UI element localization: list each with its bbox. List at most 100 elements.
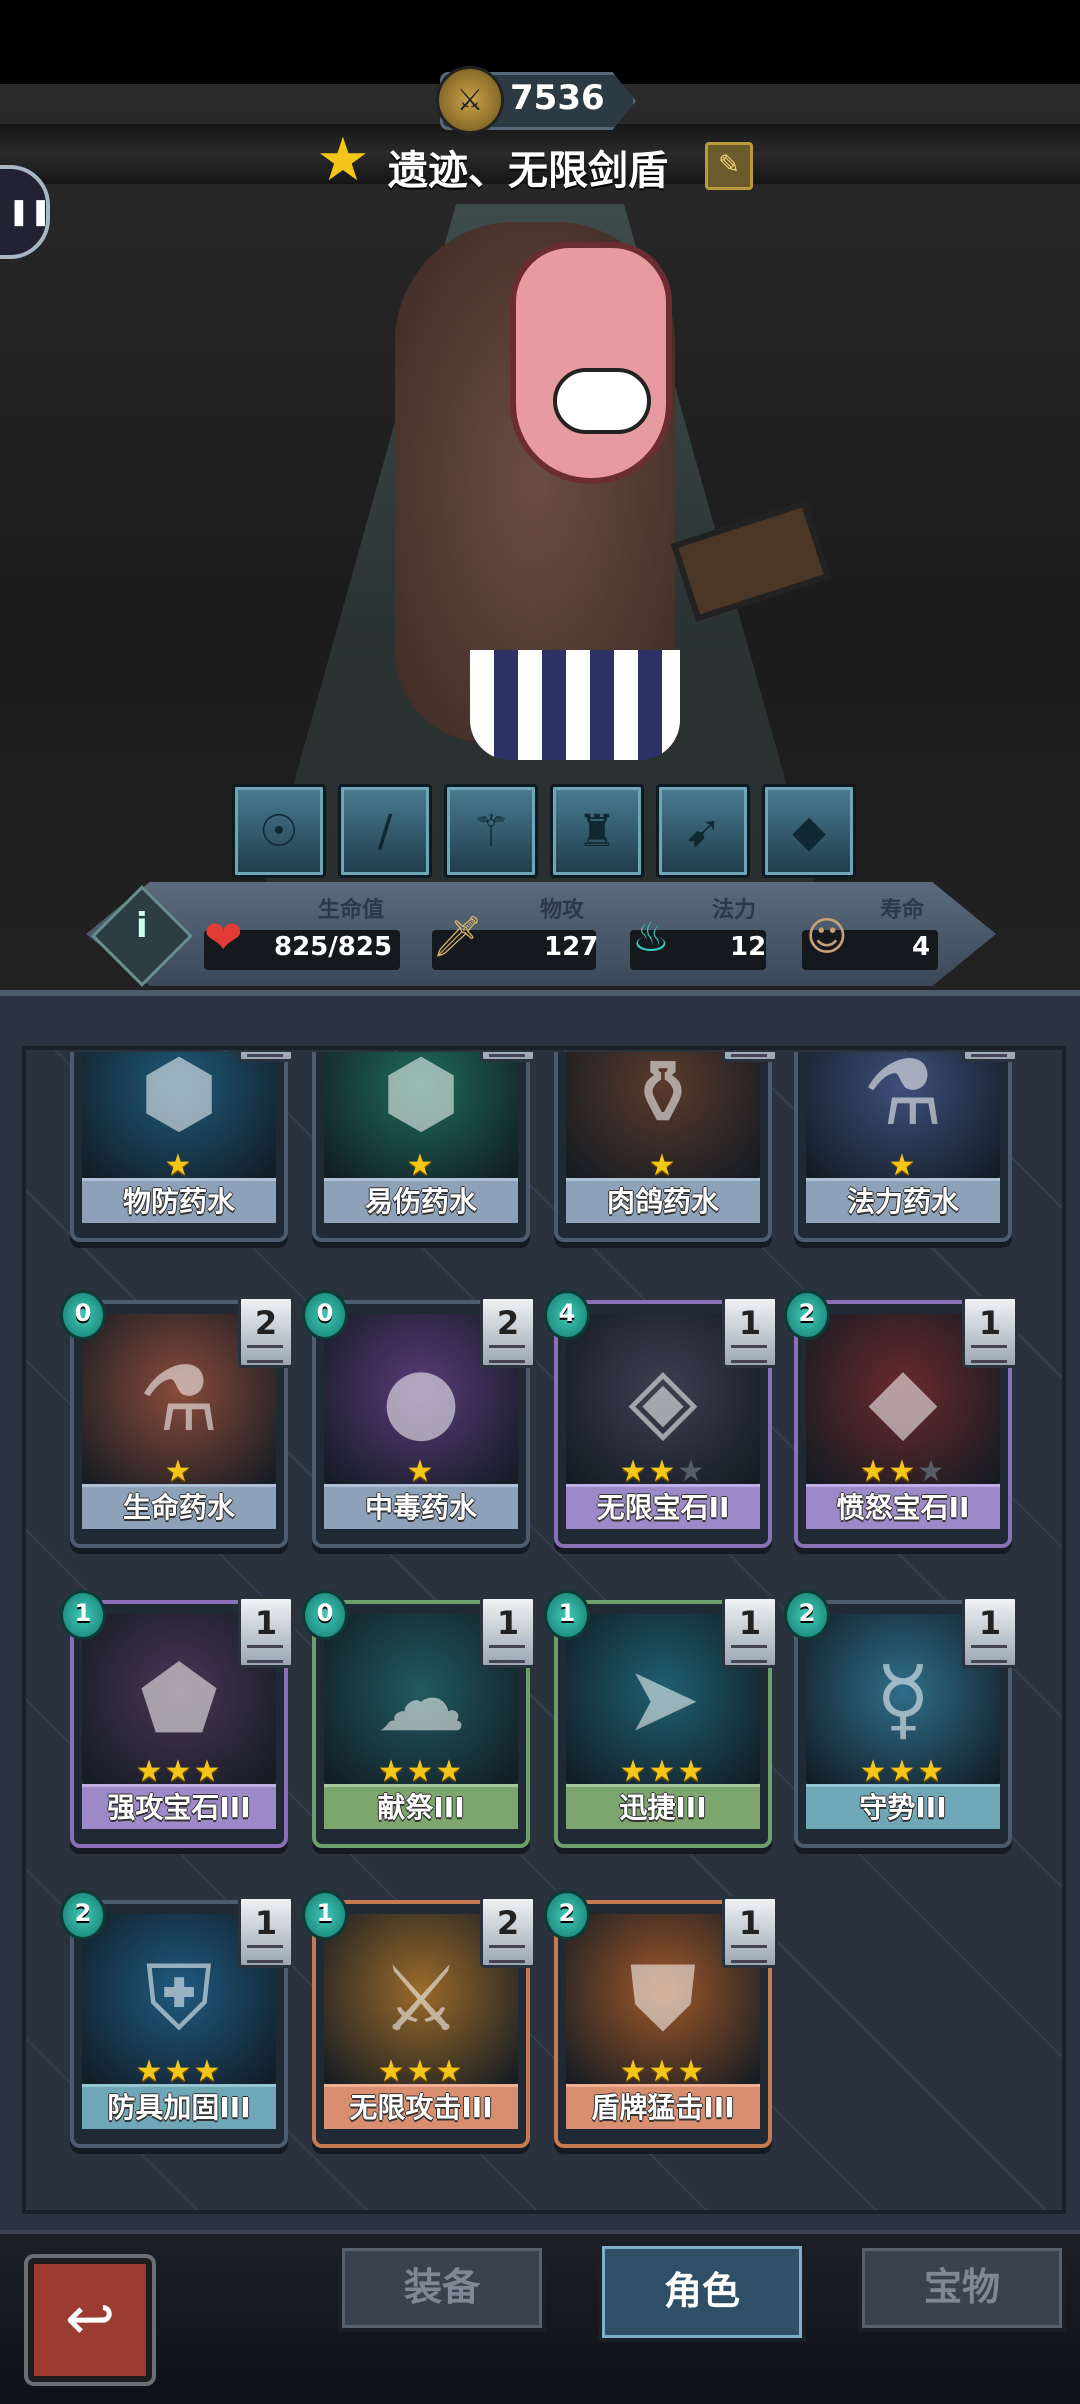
card-item[interactable]: ⚱ ★ 肉鸽药水 bbox=[554, 1052, 778, 1242]
stack-icon bbox=[238, 1052, 294, 1062]
card-count-value: 2 bbox=[496, 1304, 520, 1342]
card-item[interactable]: ➤ ★★★ 迅捷III 1 1 bbox=[544, 1590, 778, 1848]
mana-label: 法力 bbox=[712, 898, 757, 923]
card-count-badge: 1 bbox=[722, 1896, 778, 1968]
card-label: 无限攻击III bbox=[324, 2084, 518, 2129]
card-item[interactable]: ⬟ ★★★ 强攻宝石III 1 1 bbox=[60, 1590, 294, 1848]
blade-skill-icon[interactable]: ◆ bbox=[762, 784, 856, 878]
card-item[interactable]: ⬢ ★ 物防药水 bbox=[70, 1052, 294, 1242]
card-cost-badge: 0 bbox=[302, 1290, 348, 1340]
info-icon: i bbox=[136, 905, 148, 946]
card-cost-badge: 1 bbox=[302, 1890, 348, 1940]
card-item[interactable]: ☁ ★★★ 献祭III 0 1 bbox=[302, 1590, 536, 1848]
card-count-value: 1 bbox=[738, 1904, 762, 1942]
caduceus-skill-icon[interactable]: ⚚ bbox=[444, 784, 538, 878]
card-count-value: 1 bbox=[978, 1304, 1002, 1342]
hero-shorts bbox=[470, 650, 680, 760]
card-label: 守势III bbox=[806, 1784, 1000, 1829]
tab-equipment[interactable]: 装备 bbox=[338, 2244, 546, 2332]
card-count-value: 1 bbox=[254, 1904, 278, 1942]
stack-icon bbox=[731, 1345, 767, 1363]
card-count-badge: 2 bbox=[238, 1296, 294, 1368]
card-item[interactable]: ⬢ ★ 易伤药水 bbox=[312, 1052, 536, 1242]
stack-icon bbox=[971, 1645, 1007, 1663]
card-count-badge: 1 bbox=[238, 1896, 294, 1968]
card-cost-badge: 0 bbox=[60, 1290, 106, 1340]
stack-icon bbox=[971, 1345, 1007, 1363]
card-cost-badge: 2 bbox=[784, 1290, 830, 1340]
card-item[interactable]: ◈ ★★★ 无限宝石II 4 1 bbox=[544, 1290, 778, 1548]
hero-mouth bbox=[510, 242, 672, 484]
bow-skill-icon[interactable]: ➹ bbox=[656, 784, 750, 878]
card-label: 迅捷III bbox=[566, 1784, 760, 1829]
card-grid[interactable]: ⬢ ★ 物防药水 ⬢ ★ 易伤药水 ⚱ ★ 肉鸽药水 ⚗ ★ 法力药水 ⚗ ★ 生命药水 0 2 ● ★ 中毒药水 0 2… bbox=[22, 1052, 1058, 2206]
card-count-badge: 1 bbox=[480, 1596, 536, 1668]
card-count-badge: 1 bbox=[962, 1296, 1018, 1368]
card-count-value: 1 bbox=[254, 1604, 278, 1642]
card-label: 愤怒宝石II bbox=[806, 1484, 1000, 1529]
card-count-value: 1 bbox=[738, 1304, 762, 1342]
atk-label: 物攻 bbox=[540, 898, 585, 923]
card-item[interactable]: ◆ ★★★ 愤怒宝石II 2 1 bbox=[784, 1290, 1018, 1548]
card-item[interactable]: ⚗ ★ 法力药水 bbox=[794, 1052, 1018, 1242]
card-item[interactable]: ⛊ ★★★ 盾牌猛击III 2 1 bbox=[544, 1890, 778, 2148]
card-cost-badge: 0 bbox=[302, 1590, 348, 1640]
card-count-badge: 1 bbox=[722, 1296, 778, 1368]
tab-treasure[interactable]: 宝物 bbox=[858, 2244, 1066, 2332]
adventurer-icon: ☺ bbox=[806, 914, 848, 960]
card-count-value: 1 bbox=[738, 1604, 762, 1642]
helmet-skill-icon[interactable]: ♜ bbox=[550, 784, 644, 878]
card-item[interactable]: ● ★ 中毒药水 0 2 bbox=[302, 1290, 536, 1548]
star-icon: ★ bbox=[316, 125, 370, 195]
card-cost-badge: 1 bbox=[544, 1590, 590, 1640]
mana-value: 12 bbox=[730, 932, 767, 962]
card-label: 强攻宝石III bbox=[82, 1784, 276, 1829]
life-label: 寿命 bbox=[880, 898, 925, 923]
life-value: 4 bbox=[912, 932, 931, 962]
pause-icon: ❚❚ bbox=[8, 197, 52, 227]
stack-layers bbox=[731, 1052, 767, 1057]
card-cost-badge: 2 bbox=[544, 1890, 590, 1940]
card-label: 生命药水 bbox=[82, 1484, 276, 1529]
stack-layers bbox=[971, 1052, 1007, 1057]
stack-icon bbox=[731, 1645, 767, 1663]
card-item[interactable]: ⚔ ★★★ 无限攻击III 1 2 bbox=[302, 1890, 536, 2148]
stack-icon bbox=[480, 1052, 536, 1062]
stack-layers bbox=[489, 1052, 525, 1057]
card-label: 中毒药水 bbox=[324, 1484, 518, 1529]
sword-skill-icon[interactable]: / bbox=[338, 784, 432, 878]
card-count-badge: 2 bbox=[480, 1296, 536, 1368]
stack-icon bbox=[247, 1645, 283, 1663]
hp-label: 生命值 bbox=[318, 898, 385, 923]
heart-icon: ❤ bbox=[204, 910, 243, 964]
card-count-value: 1 bbox=[496, 1604, 520, 1642]
flame-icon: ♨ bbox=[632, 912, 670, 961]
back-button[interactable]: ↩ bbox=[28, 2258, 152, 2382]
card-label: 肉鸽药水 bbox=[566, 1178, 760, 1223]
card-label: 献祭III bbox=[324, 1784, 518, 1829]
stack-icon bbox=[489, 1345, 525, 1363]
edit-icon[interactable]: ✎ bbox=[705, 142, 753, 190]
card-cost-badge: 2 bbox=[784, 1590, 830, 1640]
card-count-value: 2 bbox=[254, 1304, 278, 1342]
stack-icon bbox=[489, 1945, 525, 1963]
stack-icon bbox=[962, 1052, 1018, 1062]
stack-icon bbox=[731, 1945, 767, 1963]
card-item[interactable]: ⚗ ★ 生命药水 0 2 bbox=[60, 1290, 294, 1548]
card-cost-badge: 1 bbox=[60, 1590, 106, 1640]
card-cost-badge: 4 bbox=[544, 1290, 590, 1340]
beast-skill-icon[interactable]: ☉ bbox=[232, 784, 326, 878]
stack-icon bbox=[247, 1345, 283, 1363]
card-count-badge: 1 bbox=[722, 1596, 778, 1668]
card-item[interactable]: ⛨ ★★★ 防具加固III 2 1 bbox=[60, 1890, 294, 2148]
tab-character[interactable]: 角色 bbox=[598, 2242, 806, 2342]
status-bar-area bbox=[0, 0, 1080, 84]
stack-icon bbox=[489, 1645, 525, 1663]
card-label: 易伤药水 bbox=[324, 1178, 518, 1223]
card-count-value: 2 bbox=[496, 1904, 520, 1942]
card-label: 无限宝石II bbox=[566, 1484, 760, 1529]
card-item[interactable]: ☿ ★★★ 守势III 2 1 bbox=[784, 1590, 1018, 1848]
atk-value: 127 bbox=[544, 932, 599, 962]
sword-medal-icon: ⚔ bbox=[436, 66, 504, 134]
hero-eyes bbox=[553, 368, 651, 434]
